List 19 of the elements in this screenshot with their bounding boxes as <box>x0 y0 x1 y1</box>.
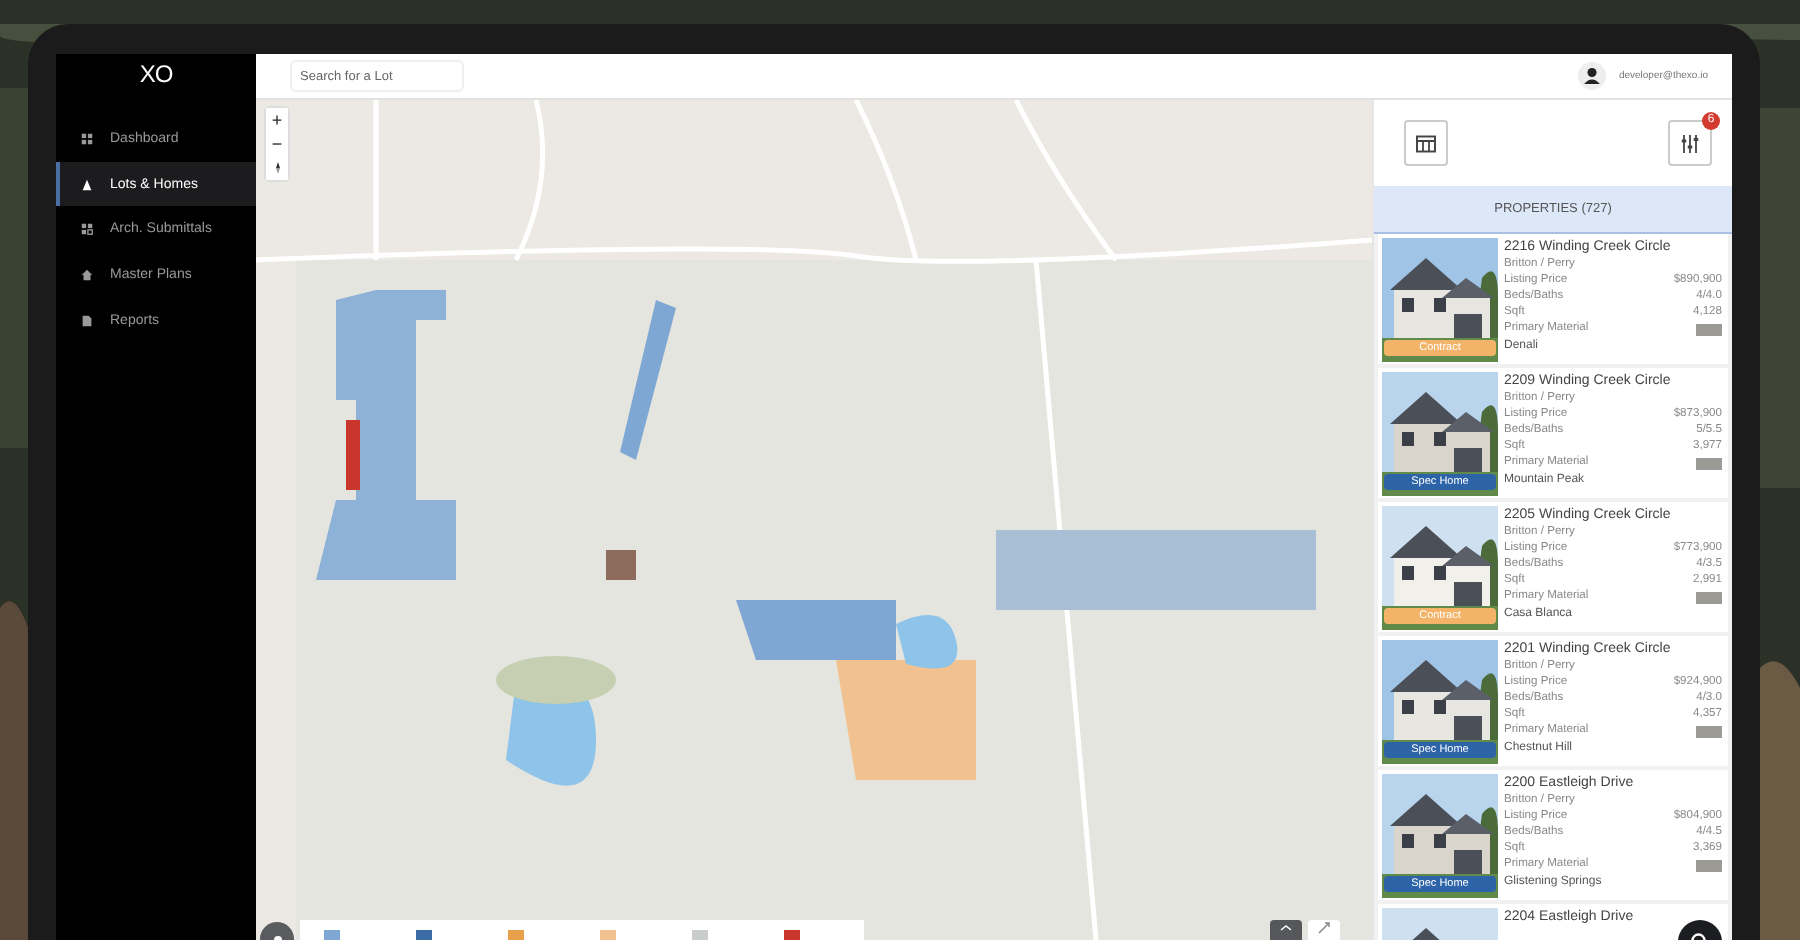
triangle-icon <box>80 177 94 192</box>
material-swatch <box>1696 323 1722 336</box>
table-icon <box>1414 131 1438 155</box>
chevron-icon <box>1278 920 1294 936</box>
material-swatch <box>1696 725 1722 738</box>
material-swatch <box>1696 591 1722 604</box>
document-icon <box>80 313 94 328</box>
grid-icon <box>80 222 94 237</box>
compass-button[interactable] <box>266 156 288 180</box>
material-swatch <box>1696 457 1722 470</box>
material-swatch <box>1696 859 1722 872</box>
table-view-button[interactable] <box>1404 120 1448 166</box>
layers-button[interactable] <box>1270 920 1302 940</box>
arrow-icon <box>1316 920 1332 936</box>
sliders-icon <box>1678 131 1702 155</box>
house-icon <box>80 267 94 282</box>
grid-icon <box>80 131 94 146</box>
logo: XO <box>139 60 173 88</box>
avatar-icon[interactable] <box>1578 62 1607 90</box>
